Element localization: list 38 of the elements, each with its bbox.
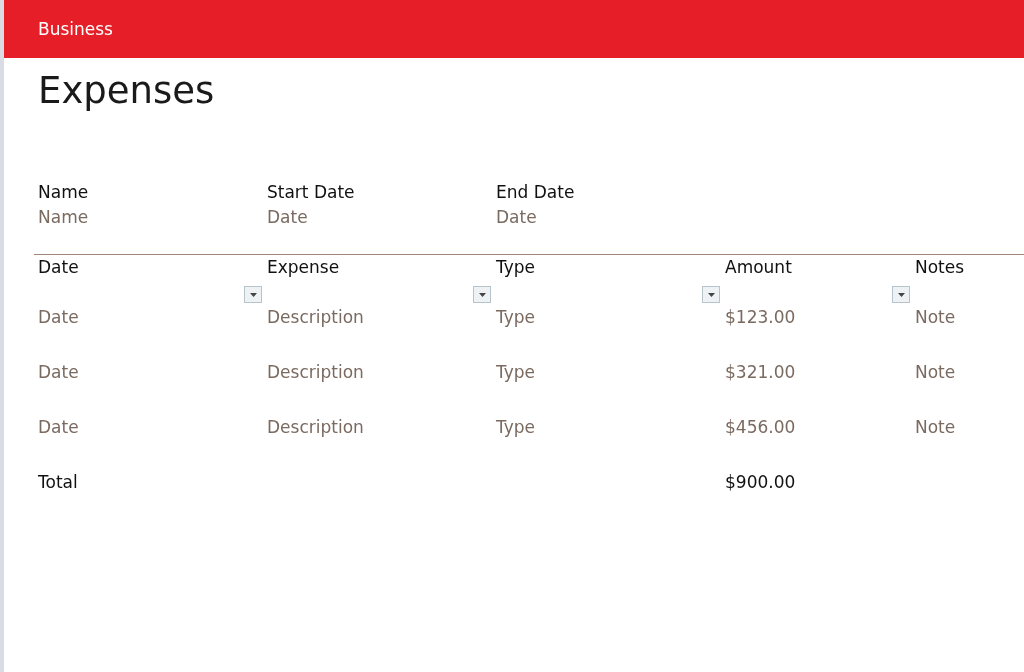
- parameter-label: End Date: [496, 181, 576, 204]
- workbook-title: Business: [38, 19, 113, 39]
- table-cell: $456.00: [725, 417, 796, 437]
- parameter-value: Name: [38, 206, 90, 229]
- table-cell: Type: [496, 417, 536, 437]
- table-cell: Date: [38, 417, 79, 437]
- table-cell: Note: [915, 417, 956, 437]
- parameter-value: Date: [496, 206, 538, 229]
- parameter-label: Start Date: [267, 181, 356, 204]
- table-cell: Description: [267, 417, 364, 437]
- total-label: Total: [38, 472, 78, 492]
- table-cell: Description: [267, 307, 364, 327]
- table-cell: Note: [915, 307, 956, 327]
- filter-dropdown-button[interactable]: [473, 286, 491, 303]
- table-cell: $321.00: [725, 362, 796, 382]
- table-cell: Type: [496, 362, 536, 382]
- filter-dropdown-button[interactable]: [702, 286, 720, 303]
- caret-icon: [478, 292, 486, 297]
- parameter-label: Name: [38, 181, 90, 204]
- caret-icon: [249, 292, 257, 297]
- table-cell: $123.00: [725, 307, 796, 327]
- parameter-value: Date: [267, 206, 309, 229]
- table-cell: Description: [267, 362, 364, 382]
- table-cell: Type: [496, 307, 536, 327]
- filter-dropdown-button[interactable]: [892, 286, 910, 303]
- caret-icon: [897, 292, 905, 297]
- column-header: Type: [496, 257, 536, 277]
- table-cell: Note: [915, 362, 956, 382]
- column-header: Notes: [915, 257, 965, 277]
- filter-dropdown-button[interactable]: [244, 286, 262, 303]
- page-title: Expenses: [37, 68, 216, 114]
- column-header: Date: [38, 257, 79, 277]
- total-amount: $900.00: [725, 472, 796, 492]
- column-header: Expense: [267, 257, 340, 277]
- table-cell: Date: [38, 362, 79, 382]
- caret-icon: [707, 292, 715, 297]
- table-cell: Date: [38, 307, 79, 327]
- column-header: Amount: [725, 257, 792, 277]
